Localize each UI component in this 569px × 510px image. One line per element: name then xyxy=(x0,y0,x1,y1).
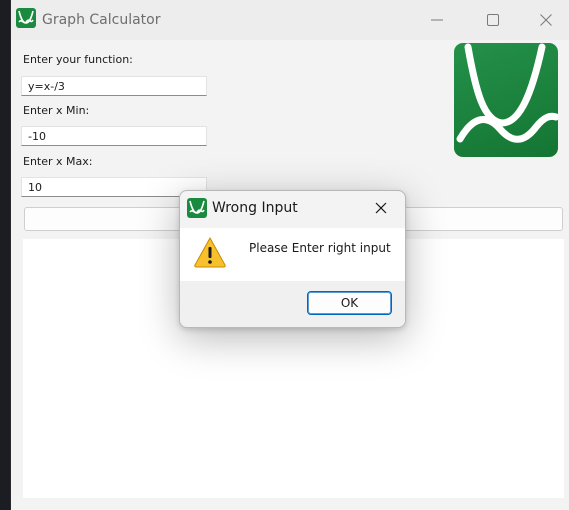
graph-calculator-logo-icon xyxy=(454,43,558,157)
maximize-button[interactable] xyxy=(473,6,513,34)
close-icon xyxy=(375,202,387,214)
minimize-icon xyxy=(431,19,443,21)
close-button[interactable] xyxy=(526,6,566,34)
background-desktop xyxy=(0,0,10,510)
x-max-label: Enter x Max: xyxy=(23,155,93,168)
title-bar: Graph Calculator xyxy=(11,0,569,40)
ok-button[interactable]: OK xyxy=(307,291,392,315)
close-icon xyxy=(540,14,552,26)
warning-icon xyxy=(194,236,226,268)
x-min-input[interactable] xyxy=(21,126,207,146)
dialog-close-button[interactable] xyxy=(370,197,392,219)
function-input[interactable] xyxy=(21,76,207,96)
error-dialog: Wrong Input Please Enter right input OK xyxy=(179,190,406,328)
window-title: Graph Calculator xyxy=(42,12,161,28)
function-label: Enter your function: xyxy=(23,53,133,66)
dialog-body: Please Enter right input xyxy=(180,228,405,281)
dialog-title: Wrong Input xyxy=(212,200,298,216)
x-min-label: Enter x Min: xyxy=(23,104,90,117)
dialog-footer: OK xyxy=(180,281,405,327)
dialog-message: Please Enter right input xyxy=(249,241,391,255)
maximize-icon xyxy=(487,14,499,26)
minimize-button[interactable] xyxy=(417,6,457,34)
app-title-icon xyxy=(16,8,36,28)
dialog-app-icon xyxy=(187,198,207,218)
logo-curves-icon xyxy=(456,43,558,143)
